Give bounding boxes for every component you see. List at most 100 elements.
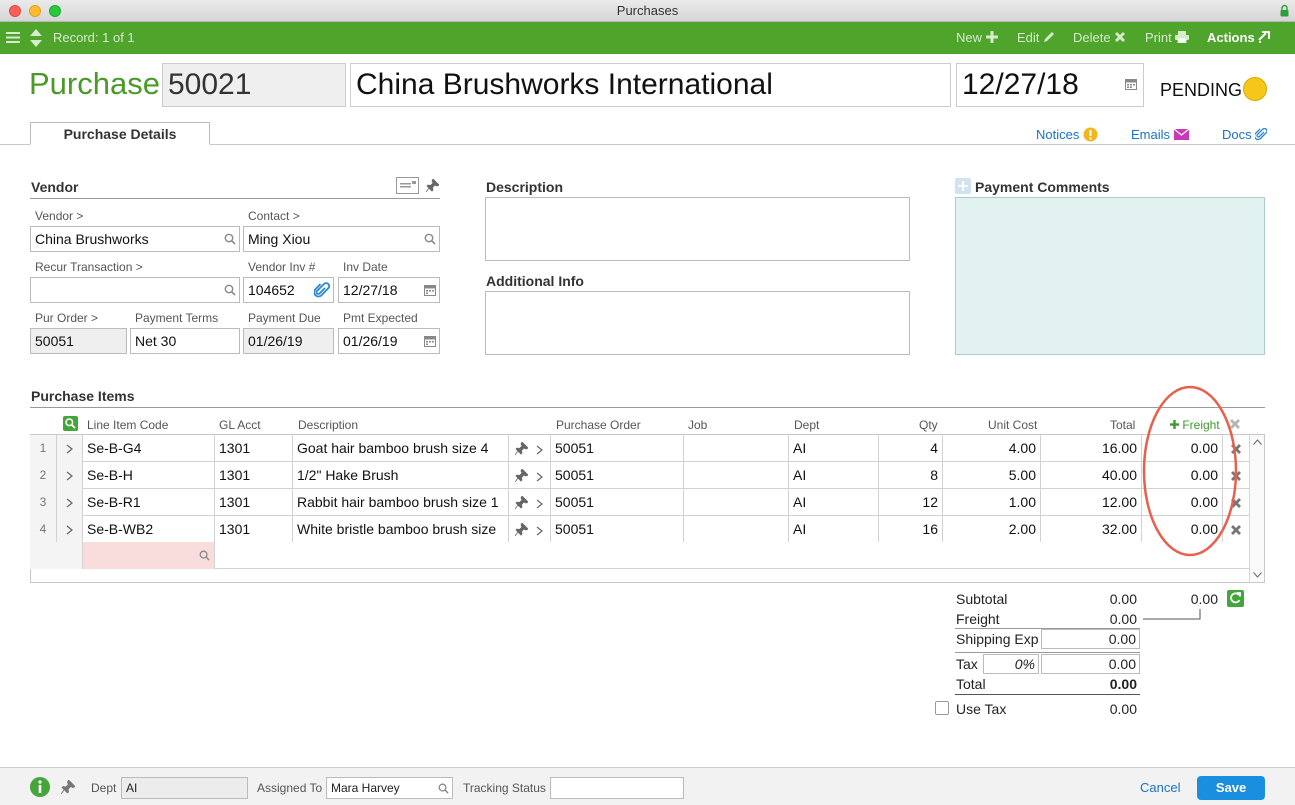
search-icon[interactable] (224, 284, 236, 296)
chevron-right-icon[interactable] (536, 472, 544, 482)
cell-qty[interactable]: 16 (879, 516, 943, 543)
table-row[interactable]: 1 Se-B-G4 1301 Goat hair bamboo brush size … (30, 435, 1249, 462)
tab-purchase-details[interactable]: Purchase Details (30, 122, 210, 145)
search-icon[interactable] (199, 550, 210, 561)
cell-description[interactable]: White bristle bamboo brush size (293, 516, 509, 543)
cell-job[interactable] (684, 462, 789, 489)
use-tax-checkbox[interactable] (935, 701, 949, 715)
calendar-icon[interactable] (424, 335, 436, 347)
calendar-icon[interactable] (424, 284, 436, 296)
col-unit-cost[interactable]: Unit Cost (988, 418, 1037, 432)
cell-gl-acct[interactable]: 1301 (215, 435, 293, 462)
cell-unit-cost[interactable]: 1.00 (943, 489, 1041, 516)
search-icon[interactable] (224, 233, 236, 245)
contact-field-label[interactable]: Contact > (248, 209, 300, 223)
tax-rate-field[interactable]: 0% (983, 654, 1039, 674)
description-textarea[interactable] (485, 197, 910, 261)
cell-unit-cost[interactable]: 5.00 (943, 462, 1041, 489)
attachment-icon[interactable] (314, 282, 330, 300)
cell-description[interactable]: Goat hair bamboo brush size 4 (293, 435, 509, 462)
cell-pin[interactable] (509, 462, 551, 489)
cell-qty[interactable]: 12 (879, 489, 943, 516)
payment-comments-textarea[interactable] (955, 197, 1265, 355)
pin-icon[interactable] (514, 495, 529, 510)
cell-purchase-order[interactable]: 50051 (551, 435, 684, 462)
additional-info-textarea[interactable] (485, 291, 910, 355)
col-total[interactable]: Total (1110, 418, 1135, 432)
pin-icon[interactable] (61, 780, 75, 794)
cell-line-item-code[interactable]: Se-B-R1 (83, 489, 215, 516)
cell-gl-acct[interactable]: 1301 (215, 489, 293, 516)
col-dept[interactable]: Dept (794, 418, 819, 432)
inv-date-field[interactable]: 12/27/18 (338, 277, 440, 303)
pur-order-label[interactable]: Pur Order > (35, 311, 98, 325)
vendor-card-icon[interactable] (396, 177, 419, 194)
assigned-to-field[interactable]: Mara Harvey (326, 777, 453, 799)
payment-terms-field[interactable]: Net 30 (130, 328, 240, 354)
search-icon[interactable] (424, 233, 436, 245)
cell-job[interactable] (684, 489, 789, 516)
col-qty[interactable]: Qty (919, 418, 938, 432)
cell-dept[interactable]: AI (789, 489, 879, 516)
table-row[interactable]: 3 Se-B-R1 1301 Rabbit hair bamboo brush siz… (30, 489, 1249, 516)
docs-link[interactable]: Docs (1222, 127, 1268, 142)
edit-button[interactable]: Edit (1017, 22, 1055, 54)
new-item-code-field[interactable] (83, 542, 215, 569)
cell-qty[interactable]: 4 (879, 435, 943, 462)
col-line-item-code[interactable]: Line Item Code (87, 418, 168, 432)
vendor-field-label[interactable]: Vendor > (35, 209, 83, 223)
table-row[interactable]: 2 Se-B-H 1301 1/2" Hake Brush 50051 AI 8 5.00 40… (30, 462, 1249, 489)
save-button[interactable]: Save (1197, 776, 1265, 800)
actions-button[interactable]: Actions (1207, 22, 1271, 54)
cell-line-item-code[interactable]: Se-B-G4 (83, 435, 215, 462)
pin-icon[interactable] (514, 522, 529, 537)
cell-gl-acct[interactable]: 1301 (215, 516, 293, 543)
cell-pin[interactable] (509, 516, 551, 543)
calendar-icon[interactable] (1125, 78, 1137, 90)
cell-line-item-code[interactable]: Se-B-H (83, 462, 215, 489)
table-row[interactable]: 4 Se-B-WB2 1301 White bristle bamboo brush … (30, 516, 1249, 543)
shipping-exp-field[interactable]: 0.00 (1041, 629, 1140, 649)
emails-link[interactable]: Emails (1131, 127, 1190, 142)
row-expand-chevron[interactable] (57, 462, 83, 489)
recur-transaction-label[interactable]: Recur Transaction > (35, 260, 143, 274)
cell-gl-acct[interactable]: 1301 (215, 462, 293, 489)
chevron-right-icon[interactable] (536, 499, 544, 509)
scroll-down-icon[interactable] (1253, 572, 1262, 578)
notices-link[interactable]: Notices (1036, 127, 1098, 142)
cell-line-item-code[interactable]: Se-B-WB2 (83, 516, 215, 543)
cell-purchase-order[interactable]: 50051 (551, 462, 684, 489)
info-icon[interactable] (30, 777, 50, 797)
cell-dept[interactable]: AI (789, 435, 879, 462)
cell-purchase-order[interactable]: 50051 (551, 516, 684, 543)
recur-transaction-field[interactable] (30, 277, 240, 303)
col-gl-acct[interactable]: GL Acct (219, 418, 261, 432)
row-expand-chevron[interactable] (57, 489, 83, 516)
scroll-up-icon[interactable] (1253, 439, 1262, 445)
zoom-window-button[interactable] (49, 5, 61, 17)
vendor-inv-field[interactable]: 104652 (243, 277, 334, 303)
pin-icon[interactable] (514, 468, 529, 483)
apply-freight-icon[interactable] (1227, 590, 1244, 607)
item-search-icon[interactable] (63, 416, 78, 431)
col-purchase-order[interactable]: Purchase Order (556, 418, 641, 432)
row-expand-chevron[interactable] (57, 516, 83, 543)
cell-job[interactable] (684, 516, 789, 543)
purchase-number-field[interactable]: 50021 (162, 63, 346, 107)
vendor-field[interactable]: China Brushworks (30, 226, 240, 252)
menu-icon[interactable] (6, 31, 20, 44)
purchase-date-field[interactable]: 12/27/18 (956, 63, 1144, 107)
grid-scrollbar[interactable] (1249, 435, 1264, 582)
delete-button[interactable]: Delete (1073, 22, 1126, 54)
minimize-window-button[interactable] (29, 5, 41, 17)
record-stepper-icon[interactable] (29, 28, 43, 48)
cell-dept[interactable]: AI (789, 462, 879, 489)
new-button[interactable]: New (956, 22, 998, 54)
pin-icon[interactable] (514, 441, 529, 456)
tracking-status-field[interactable] (550, 777, 684, 799)
row-expand-chevron[interactable] (57, 435, 83, 462)
search-icon[interactable] (438, 783, 449, 794)
contact-field[interactable]: Ming Xiou (243, 226, 440, 252)
cell-description[interactable]: Rabbit hair bamboo brush size 1 (293, 489, 509, 516)
print-button[interactable]: Print (1145, 22, 1190, 54)
